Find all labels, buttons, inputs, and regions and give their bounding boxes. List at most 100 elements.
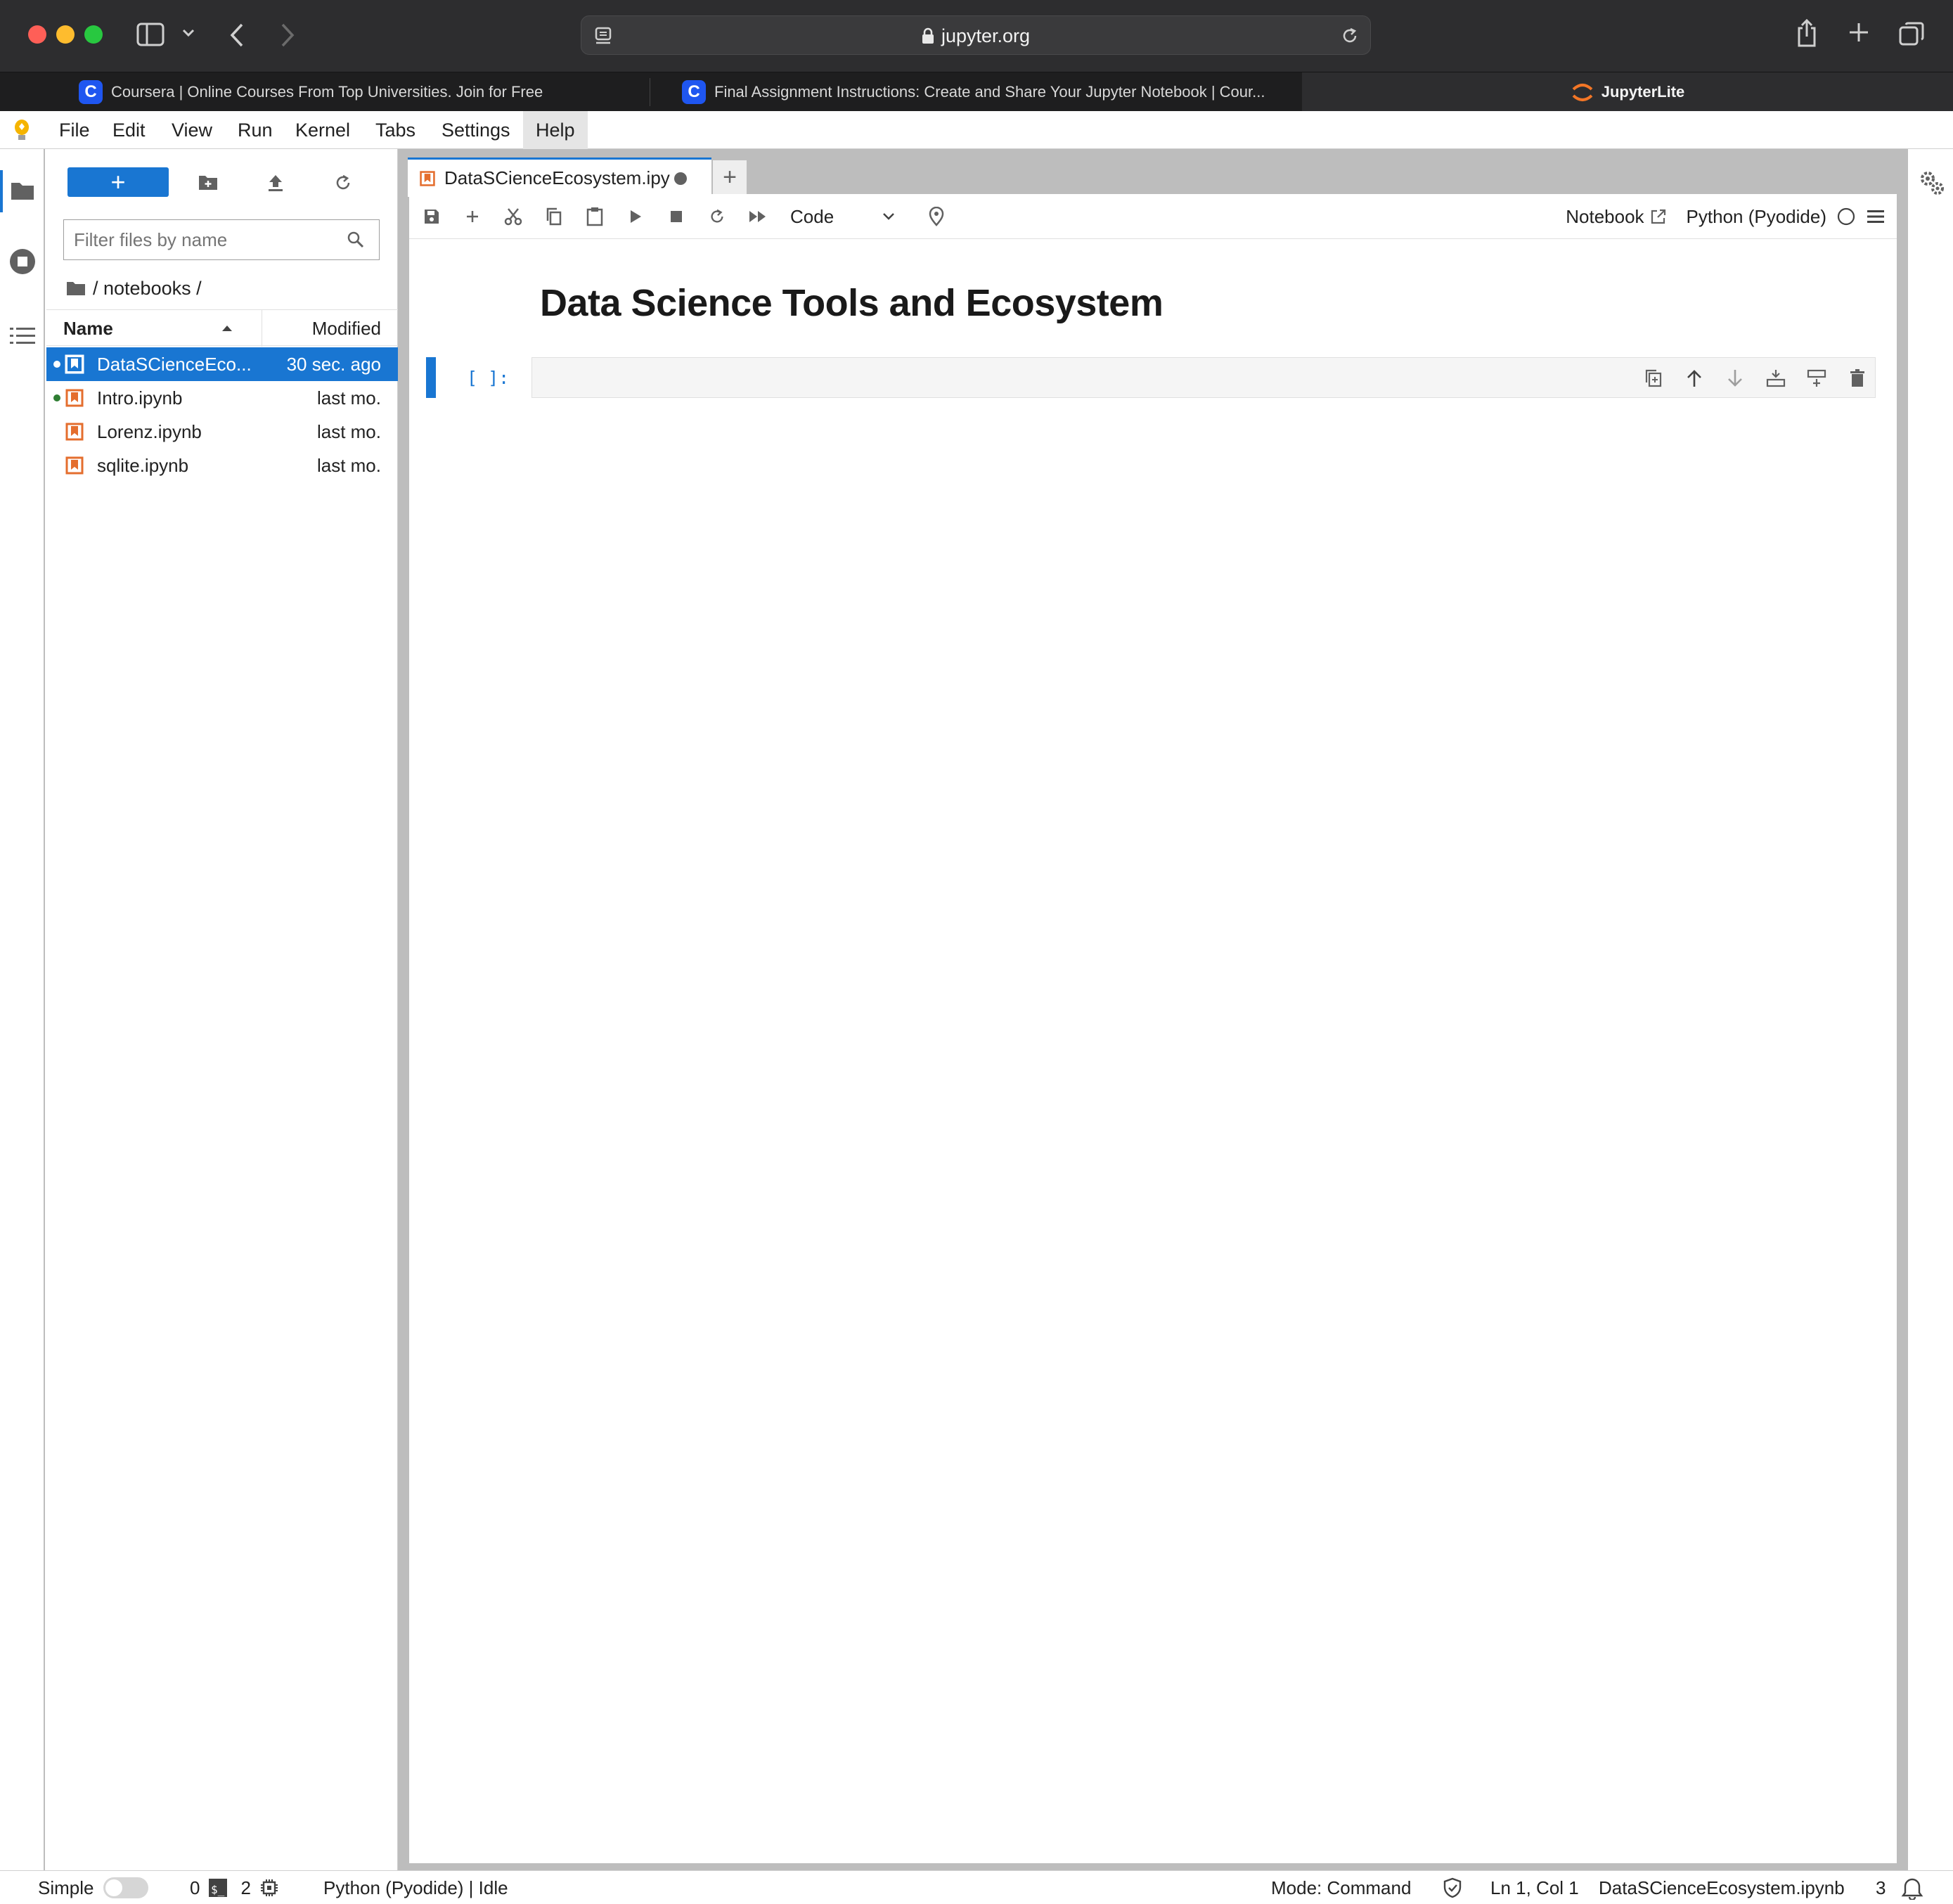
paste-icon[interactable]	[575, 200, 614, 233]
stop-icon[interactable]	[657, 200, 696, 233]
file-modified: 30 sec. ago	[286, 353, 381, 375]
browser-tab-assignment[interactable]: C Final Assignment Instructions: Create …	[682, 72, 1294, 112]
sort-ascending-icon[interactable]	[221, 324, 233, 333]
restart-kernel-icon[interactable]	[697, 200, 737, 233]
running-terminals-kernels[interactable]: 0 $_ 2	[190, 1871, 279, 1904]
menu-tabs[interactable]: Tabs	[363, 111, 428, 149]
active-indicator	[0, 170, 3, 212]
file-name: Intro.ipynb	[97, 387, 183, 409]
window-zoom-button[interactable]	[84, 25, 103, 44]
cursor-position[interactable]: Ln 1, Col 1	[1490, 1871, 1579, 1904]
move-down-icon[interactable]	[1717, 361, 1753, 396]
reload-icon[interactable]	[1341, 26, 1359, 46]
refresh-icon[interactable]	[326, 166, 360, 200]
new-tab-icon[interactable]	[1848, 21, 1870, 44]
notebook-file-icon	[65, 354, 84, 374]
back-icon[interactable]	[229, 22, 245, 48]
notebook-toolbar: Code Notebook Python (Pyodide)	[409, 194, 1897, 239]
menu-view[interactable]: View	[159, 111, 225, 149]
url-text: jupyter.org	[941, 25, 1031, 46]
menu-icon[interactable]	[1866, 208, 1886, 225]
filter-files-input[interactable]	[74, 220, 341, 259]
kernel-count: 2	[240, 1877, 251, 1898]
cell-editor[interactable]	[531, 357, 1876, 398]
svg-text:$_: $_	[211, 1883, 225, 1896]
folder-icon[interactable]	[10, 180, 35, 201]
kernel-name-button[interactable]: Python (Pyodide)	[1687, 206, 1826, 228]
debugger-icon[interactable]	[917, 200, 956, 233]
delete-cell-icon[interactable]	[1840, 361, 1875, 396]
open-in-notebook-button[interactable]: Notebook	[1566, 206, 1666, 228]
menu-help[interactable]: Help	[523, 111, 588, 149]
sidebar-toggle-icon[interactable]	[136, 22, 165, 46]
file-row[interactable]: DataSCienceEco... 30 sec. ago	[46, 347, 398, 381]
new-launcher-button[interactable]: +	[67, 167, 169, 197]
share-icon[interactable]	[1796, 18, 1818, 48]
duplicate-cell-icon[interactable]	[1636, 361, 1671, 396]
breadcrumb[interactable]: / notebooks /	[66, 273, 202, 304]
search-icon	[347, 231, 365, 249]
file-row[interactable]: sqlite.ipynb last mo.	[46, 449, 398, 482]
menu-edit[interactable]: Edit	[100, 111, 158, 149]
browser-tab-strip: C Coursera | Online Courses From Top Uni…	[0, 72, 1953, 112]
move-up-icon[interactable]	[1677, 361, 1712, 396]
browser-tab-label: Coursera | Online Courses From Top Unive…	[111, 83, 543, 101]
menu-settings[interactable]: Settings	[429, 111, 523, 149]
cut-icon[interactable]	[494, 200, 533, 233]
new-tab-button[interactable]: +	[713, 160, 747, 194]
table-of-contents-icon[interactable]	[10, 326, 35, 346]
notebook-file-icon	[65, 422, 84, 442]
file-browser-panel: + / notebooks / Name Modified	[46, 149, 398, 1870]
run-icon[interactable]	[616, 200, 655, 233]
window-close-button[interactable]	[28, 25, 46, 44]
toggle-switch[interactable]	[103, 1877, 149, 1898]
breadcrumb-path[interactable]: / notebooks /	[93, 278, 202, 300]
new-folder-icon[interactable]	[191, 166, 225, 200]
column-name[interactable]: Name	[63, 310, 113, 347]
file-row[interactable]: Intro.ipynb last mo.	[46, 381, 398, 415]
property-inspector-icon[interactable]	[1918, 169, 1946, 197]
cell-type-dropdown[interactable]: Code	[785, 200, 911, 233]
copy-icon[interactable]	[534, 200, 574, 233]
upload-icon[interactable]	[259, 166, 292, 200]
browser-tab-label: JupyterLite	[1601, 83, 1685, 101]
kernel-status[interactable]: Python (Pyodide) | Idle	[323, 1871, 508, 1904]
window-minimize-button[interactable]	[56, 25, 75, 44]
jupyterlite-logo-icon	[11, 118, 32, 142]
bell-icon[interactable]	[1901, 1871, 1923, 1904]
trusted-shield-icon[interactable]	[1443, 1871, 1462, 1904]
browser-tab-label: Final Assignment Instructions: Create an…	[714, 83, 1265, 101]
simple-mode-toggle[interactable]: Simple	[38, 1871, 149, 1904]
run-all-icon[interactable]	[738, 200, 778, 233]
external-link-icon	[1650, 208, 1667, 225]
forward-icon[interactable]	[280, 22, 295, 48]
file-name: DataSCienceEco...	[97, 353, 252, 375]
save-icon[interactable]	[412, 200, 451, 233]
address-bar[interactable]: jupyter.org	[581, 15, 1371, 55]
running-indicator	[53, 394, 60, 401]
menu-run[interactable]: Run	[225, 111, 285, 149]
browser-toolbar: jupyter.org	[0, 0, 1953, 72]
insert-cell-below-icon[interactable]	[1799, 361, 1834, 396]
menu-kernel[interactable]: Kernel	[283, 111, 363, 149]
menu-bar: File Edit View Run Kernel Tabs Settings …	[0, 111, 1953, 149]
unsaved-dot-icon[interactable]	[673, 172, 687, 185]
tab-overview-icon[interactable]	[1898, 21, 1925, 46]
notebook-file-icon	[419, 170, 436, 187]
filter-files-field[interactable]	[63, 219, 380, 260]
browser-tab-jupyterlite[interactable]: JupyterLite	[1302, 72, 1953, 112]
column-modified[interactable]: Modified	[312, 310, 381, 347]
running-sessions-icon[interactable]	[8, 247, 37, 276]
tab-notebook[interactable]: DataSCienceEcosystem.ipy	[408, 157, 711, 197]
browser-tab-coursera[interactable]: C Coursera | Online Courses From Top Uni…	[79, 72, 641, 112]
insert-cell-icon[interactable]	[453, 200, 492, 233]
insert-cell-above-icon[interactable]	[1758, 361, 1793, 396]
chevron-down-icon[interactable]	[181, 28, 195, 38]
running-indicator	[53, 361, 60, 368]
file-row[interactable]: Lorenz.ipynb last mo.	[46, 415, 398, 449]
left-activity-bar	[0, 149, 45, 1870]
column-modified-label: Modified	[311, 317, 381, 339]
home-folder-icon[interactable]	[66, 280, 86, 297]
code-cell[interactable]: [ ]:	[426, 357, 1886, 399]
menu-file[interactable]: File	[46, 111, 103, 149]
